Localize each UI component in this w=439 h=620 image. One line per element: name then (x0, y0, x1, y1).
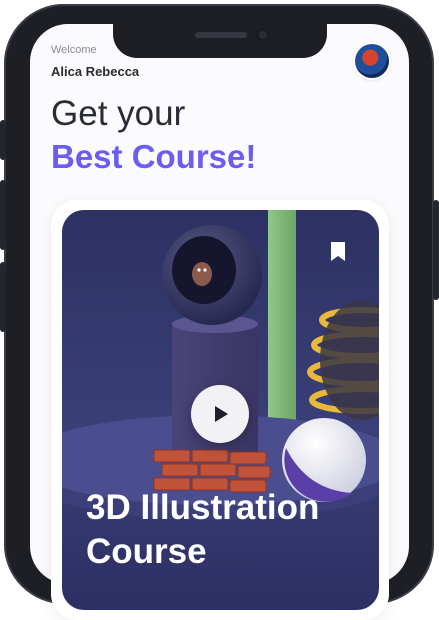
course-title-line2: Course (86, 532, 207, 571)
bookmark-icon[interactable] (329, 241, 347, 263)
play-icon (215, 406, 228, 422)
phone-side-button (0, 120, 6, 160)
phone-side-button (0, 180, 6, 250)
play-button[interactable] (191, 385, 249, 443)
course-title: 3D Illustration Course (86, 486, 366, 574)
phone-notch (113, 24, 327, 58)
phone-side-button (0, 262, 6, 332)
phone-side-button (433, 200, 439, 300)
avatar[interactable] (355, 44, 389, 78)
course-title-line1: 3D Illustration (86, 488, 320, 527)
headline-line2: Best Course! (51, 138, 257, 175)
user-name: Alica Rebecca (51, 64, 140, 79)
notch-speaker (195, 32, 247, 38)
headline-line1: Get your (51, 94, 186, 133)
welcome-label: Welcome (51, 44, 97, 56)
front-camera (256, 28, 270, 42)
